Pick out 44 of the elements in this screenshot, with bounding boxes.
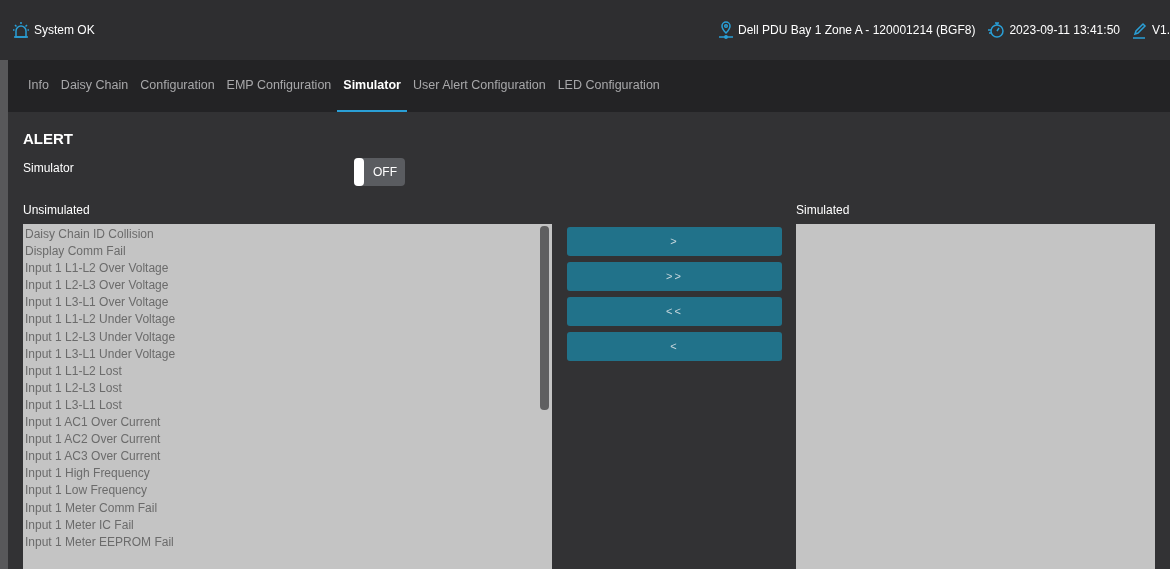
alert-item[interactable]: Input 1 L3-L1 Over Voltage (23, 294, 552, 312)
alert-item[interactable]: Input 1 L1-L2 Lost (23, 362, 552, 380)
simulator-toggle[interactable]: OFF (354, 158, 405, 186)
alert-item[interactable]: Input 1 High Frequency (23, 465, 552, 483)
alert-item[interactable]: Input 1 Meter IC Fail (23, 516, 552, 534)
datetime-text: 2023-09-11 13:41:50 (1009, 22, 1120, 39)
list-label: Unsimulated (23, 202, 91, 219)
scrollbar[interactable] (540, 226, 549, 410)
simulator-label: Simulator (23, 160, 75, 177)
alert-item[interactable]: Daisy Chain ID Collision (23, 226, 552, 244)
siren-icon (12, 21, 30, 39)
alert-item[interactable]: Input 1 L2-L3 Over Voltage (23, 277, 552, 295)
alert-item[interactable]: Input 1 L2-L3 Under Voltage (23, 328, 552, 346)
move-button[interactable]: > (567, 227, 782, 256)
alert-item[interactable]: Input 1 Meter Comm Fail (23, 499, 552, 517)
list-label: Simulated (796, 202, 851, 219)
alert-item[interactable]: Input 1 L1-L2 Under Voltage (23, 311, 552, 329)
tab[interactable]: Daisy Chain (54, 60, 135, 112)
stopwatch-icon (987, 21, 1006, 39)
alert-item[interactable]: Input 1 L3-L1 Under Voltage (23, 345, 552, 363)
tab[interactable]: Info (22, 60, 55, 112)
alert-item[interactable]: Input 1 L2-L3 Lost (23, 379, 552, 397)
tab[interactable]: LED Configuration (551, 60, 666, 112)
tab[interactable]: User Alert Configuration (406, 60, 552, 112)
pencil-icon (1132, 21, 1148, 39)
location-pin-icon (717, 21, 734, 39)
move-button[interactable]: >> (567, 262, 782, 291)
alert-item[interactable]: Input 1 AC3 Over Current (23, 448, 552, 466)
tab[interactable]: Configuration (134, 60, 221, 112)
device-name: Dell PDU Bay 1 Zone A - 120001214 (BGF8) (737, 22, 976, 39)
alert-item[interactable]: Input 1 L3-L1 Lost (23, 396, 552, 415)
status-text: System OK (34, 22, 95, 39)
alert-item[interactable]: Input 1 Meter EEPROM Fail (23, 533, 552, 551)
version-text: V1. (1152, 22, 1170, 39)
alert-item[interactable]: Input 1 Low Frequency (23, 482, 552, 500)
move-button[interactable]: << (567, 297, 782, 326)
tab[interactable]: Simulator (337, 60, 407, 112)
move-button[interactable]: < (567, 332, 782, 361)
tab[interactable]: EMP Configuration (220, 60, 338, 112)
alert-item[interactable]: Display Comm Fail (23, 243, 552, 261)
alert-item[interactable]: Input 1 AC1 Over Current (23, 414, 552, 432)
alert-item[interactable]: Input 1 L1-L2 Over Voltage (23, 260, 552, 278)
alert-item[interactable]: Input 1 AC2 Over Current (23, 431, 552, 449)
section-title: ALERT (23, 130, 74, 148)
